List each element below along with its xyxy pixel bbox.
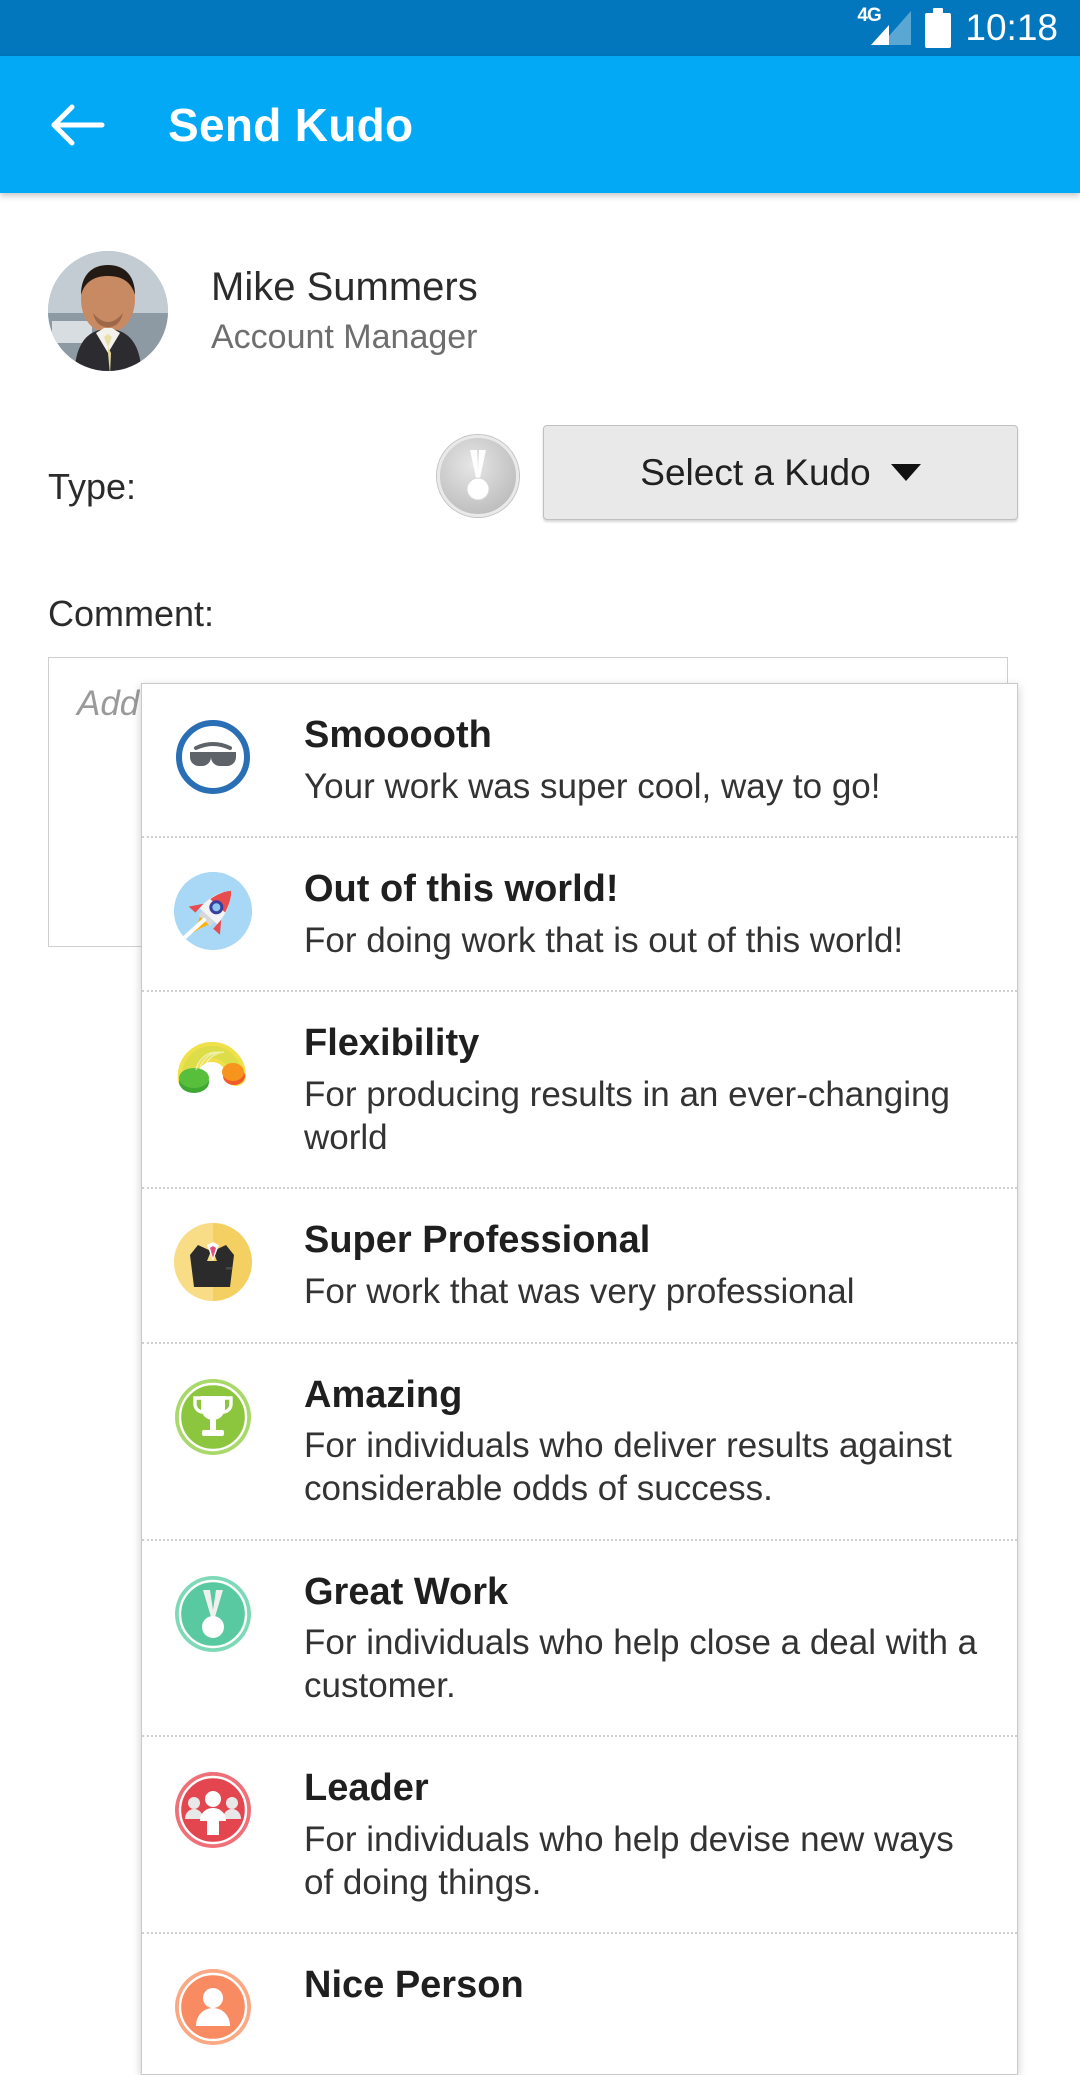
dropdown-item-super-professional[interactable]: Super Professional For work that was ver… [142,1189,1017,1344]
back-arrow-icon[interactable] [46,93,110,157]
status-bar-clock: 10:18 [965,7,1058,48]
profile-name: Mike Summers [211,265,478,310]
battery-full-icon [925,8,952,48]
dropdown-item-title: Flexibility [304,1022,480,1065]
signal-triangle-front [871,25,890,45]
dropdown-item-description: For individuals who deliver results agai… [304,1426,952,1508]
network-type-label: 4G [857,5,881,26]
page-title: Send Kudo [168,98,414,151]
dropdown-item-text: Nice Person [304,1962,524,2016]
main-content: Mike Summers Account Manager Type: Selec… [0,193,1080,2075]
dropdown-item-leader[interactable]: Leader For individuals who help devise n… [142,1737,1017,1935]
battery-body [925,13,952,48]
team-group-icon [174,1771,252,1849]
dropdown-item-description: For doing work that is out of this world… [304,920,904,960]
medal-icon [174,1575,252,1653]
type-label: Type: [48,466,137,507]
dropdown-item-title: Leader [304,1767,429,1810]
select-kudo-label: Select a Kudo [640,451,871,493]
kudo-type-dropdown[interactable]: Smooooth Your work was super cool, way t… [141,683,1018,2075]
rocket-icon [174,872,252,951]
dropdown-item-title: Super Professional [304,1219,651,1262]
dropdown-item-text: Smooooth Your work was super cool, way t… [304,712,881,808]
dropdown-item-amazing[interactable]: Amazing For individuals who deliver resu… [142,1343,1017,1541]
status-bar: 4G 10:18 [0,0,1080,56]
dropdown-item-text: Out of this world! For doing work that i… [304,866,903,962]
dropdown-item-title: Out of this world! [304,868,619,911]
signal-bars-icon: 4G [857,5,912,47]
profile-text: Mike Summers Account Manager [211,264,478,357]
dropdown-item-title: Smooooth [304,714,492,756]
dropdown-item-title: Nice Person [304,1964,524,2007]
trophy-icon [174,1378,252,1456]
comment-label: Comment: [48,593,215,634]
dropdown-item-smooooth[interactable]: Smooooth Your work was super cool, way t… [142,684,1017,839]
recipient-profile: Mike Summers Account Manager [0,193,1080,371]
dropdown-item-description: For producing results in an ever-changin… [304,1075,950,1157]
dropdown-item-description: For work that was very professional [304,1271,855,1311]
select-kudo-button[interactable]: Select a Kudo [543,425,1018,520]
dropdown-item-text: Flexibility For producing results in an … [304,1020,987,1159]
dropdown-item-text: Great Work For individuals who help clos… [304,1569,987,1708]
avatar [48,251,168,371]
medal-badge-icon [437,435,519,517]
dropdown-item-description: For individuals who help close a deal wi… [304,1623,978,1705]
app-bar: Send Kudo [0,56,1080,193]
sunglasses-icon [174,718,252,796]
chevron-down-icon [890,464,921,481]
dropdown-item-description: Your work was super cool, way to go! [304,766,881,806]
dropdown-item-text: Leader For individuals who help devise n… [304,1765,987,1904]
dropdown-item-text: Super Professional For work that was ver… [304,1217,854,1313]
dropdown-item-flexibility[interactable]: Flexibility For producing results in an … [142,992,1017,1190]
slinky-spring-icon [174,1026,252,1105]
dropdown-item-great-work[interactable]: Great Work For individuals who help clos… [142,1540,1017,1738]
dropdown-item-text: Amazing For individuals who deliver resu… [304,1372,987,1511]
dropdown-item-out-of-this-world[interactable]: Out of this world! For doing work that i… [142,838,1017,993]
profile-role: Account Manager [211,318,478,357]
type-field-row: Type: Select a Kudo [0,425,1080,541]
dropdown-item-description: For individuals who help devise new ways… [304,1820,954,1902]
dropdown-item-title: Amazing [304,1373,463,1416]
dropdown-item-nice-person[interactable]: Nice Person [142,1934,1017,2075]
suit-tuxedo-icon [174,1223,252,1302]
dropdown-item-title: Great Work [304,1570,509,1613]
smiley-person-icon [174,1968,252,2046]
